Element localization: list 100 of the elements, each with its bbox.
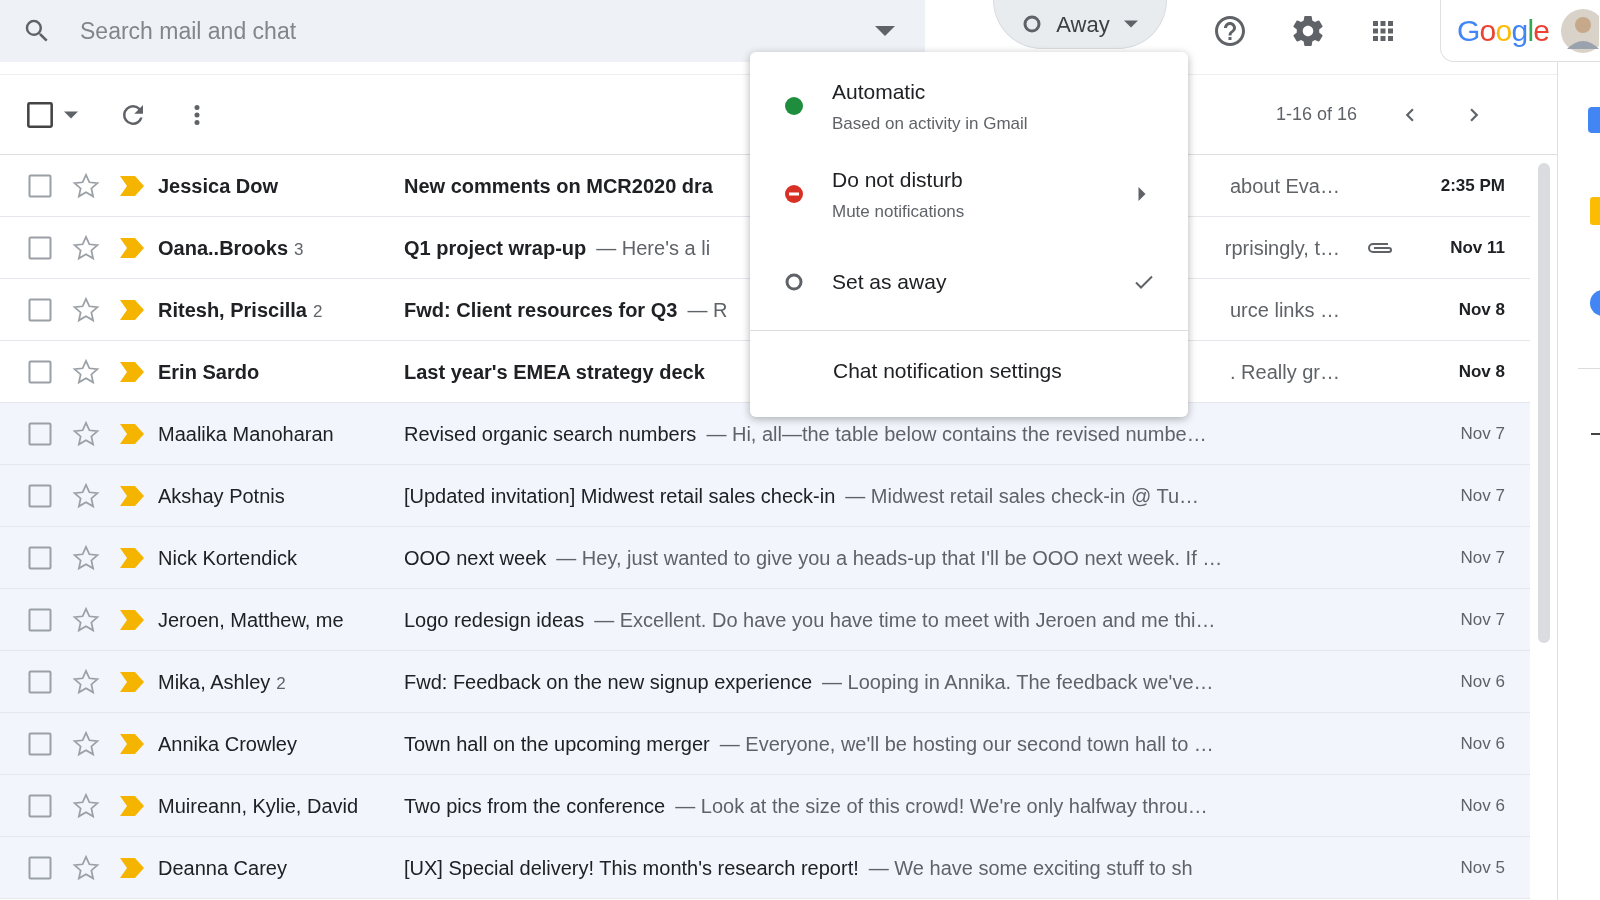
importance-marker-icon[interactable]: [120, 671, 144, 692]
checkbox[interactable]: [28, 359, 52, 384]
checkbox[interactable]: [28, 669, 52, 694]
email-subject: Two pics from the conference: [404, 793, 666, 819]
email-row[interactable]: Muireann, Kylie, David Two pics from the conference — Look at the size of this crowd! We're only halfway throu… Nov 6: [0, 775, 1530, 837]
importance-marker-icon[interactable]: [120, 547, 144, 568]
email-row[interactable]: Maalika Manoharan Revised organic search numbers — Hi, all—the table below contains the revised numbe… Nov 7: [0, 403, 1530, 465]
menu-item-label: Set as away: [832, 269, 948, 296]
email-subject: OOO next week: [404, 545, 547, 571]
email-date: Nov 5: [1459, 856, 1505, 879]
importance-marker-icon[interactable]: [120, 237, 144, 258]
menu-item[interactable]: Set as away: [750, 238, 1188, 326]
email-subject: Revised organic search numbers: [404, 421, 697, 447]
star-icon[interactable]: [72, 357, 100, 386]
star-icon[interactable]: [72, 667, 100, 696]
email-snippet: — Hey, just wanted to give you a heads-up that I'll be OOO next week. If …: [556, 545, 1223, 571]
email-snippet: — R: [687, 297, 728, 323]
caret-icon: [1123, 20, 1138, 28]
email-snippet: — Everyone, we'll be hosting our second town hall to …: [719, 731, 1214, 757]
email-row[interactable]: Jeroen, Matthew, me Logo redesign ideas — Excellent. Do have you have time to meet with Jeroen and me thi… Nov 7: [0, 589, 1530, 651]
select-checkbox[interactable]: [26, 100, 54, 129]
scrollbar[interactable]: [1537, 163, 1550, 643]
email-date: Nov 8: [1457, 298, 1505, 321]
star-icon[interactable]: [72, 729, 100, 758]
email-subject: [UX] Special delivery! This month's research report!: [404, 855, 859, 881]
search-input[interactable]: Search mail and chat: [80, 13, 875, 49]
email-row[interactable]: Deanna Carey [UX] Special delivery! This month's research report! — We have some exciting stuff to sh Nov 5: [0, 837, 1530, 899]
email-date: Nov 6: [1459, 670, 1505, 693]
checkbox[interactable]: [28, 235, 52, 260]
email-snippet: — Hi, all—the table below contains the revised numbe…: [706, 421, 1207, 447]
menu-item[interactable]: Do not disturb Mute notifications: [750, 150, 1188, 238]
menu-item-label: Automatic: [832, 78, 927, 105]
sender-name: Oana..Brooks: [158, 235, 289, 261]
checkbox[interactable]: [28, 855, 52, 880]
email-snippet: — Look at the size of this crowd! We're only halfway throu…: [675, 793, 1208, 819]
email-date: Nov 11: [1449, 236, 1505, 259]
sender-name: Maalika Manoharan: [158, 421, 334, 447]
star-icon[interactable]: [72, 233, 100, 262]
sender-name: Erin Sardo: [158, 359, 260, 385]
star-icon[interactable]: [72, 853, 100, 882]
menu-item-label: Do not disturb: [832, 166, 964, 193]
star-icon[interactable]: [72, 605, 100, 634]
checkbox[interactable]: [28, 421, 52, 446]
pagination-text: 1-16 of 16: [1275, 103, 1357, 126]
message-count: 2: [312, 300, 323, 323]
importance-marker-icon[interactable]: [120, 423, 144, 444]
sender-name: Deanna Carey: [158, 855, 287, 881]
star-icon[interactable]: [72, 419, 100, 448]
importance-marker-icon[interactable]: [120, 795, 144, 816]
email-snippet: — Excellent. Do have you have time to meet with Jeroen and me thi…: [594, 607, 1216, 633]
message-count: 2: [276, 672, 286, 695]
account-panel[interactable]: Google: [1440, 0, 1600, 62]
importance-marker-icon[interactable]: [120, 299, 144, 320]
checkbox[interactable]: [28, 545, 52, 570]
sender-name: Nick Kortendick: [158, 545, 297, 571]
sender-name: Jessica Dow: [158, 173, 279, 199]
avatar[interactable]: [1559, 8, 1600, 53]
email-snippet: — We have some exciting stuff to sh: [868, 855, 1193, 881]
email-subject: New comments on MCR2020 dra: [404, 173, 713, 199]
checkbox[interactable]: [28, 607, 52, 632]
star-icon[interactable]: [72, 481, 100, 510]
search-field[interactable]: Search mail and chat: [0, 0, 925, 62]
caret-icon[interactable]: [875, 25, 895, 37]
caret-icon[interactable]: [64, 110, 78, 119]
status-chip[interactable]: Away: [993, 0, 1167, 49]
email-subject: Fwd: Feedback on the new signup experience: [404, 669, 813, 695]
email-date: Nov 7: [1459, 608, 1505, 631]
importance-marker-icon[interactable]: [120, 175, 144, 196]
sender-name: Akshay Potnis: [158, 483, 285, 509]
star-icon[interactable]: [72, 543, 100, 572]
star-icon[interactable]: [72, 295, 100, 324]
email-subject: [Updated invitation] Midwest retail sales check-in: [404, 483, 836, 509]
checkbox[interactable]: [28, 297, 52, 322]
email-snippet: — Midwest retail sales check-in @ Tu…: [845, 483, 1200, 509]
importance-marker-icon[interactable]: [120, 733, 144, 754]
email-date: Nov 7: [1459, 546, 1505, 569]
sender-name: Mika, Ashley: [158, 669, 271, 695]
email-subject: Logo redesign ideas: [404, 607, 585, 633]
importance-marker-icon[interactable]: [120, 609, 144, 630]
importance-marker-icon[interactable]: [120, 361, 144, 382]
email-row[interactable]: Nick Kortendick OOO next week — Hey, just wanted to give you a heads-up that I'll be OOO next week. If … Nov 7: [0, 527, 1530, 589]
settings-icon[interactable]: [1290, 13, 1326, 49]
email-row[interactable]: Mika, Ashley 2 Fwd: Feedback on the new signup experience — Looping in Annika. The feedback we've… Nov 6: [0, 651, 1530, 713]
star-icon[interactable]: [72, 171, 100, 200]
star-icon[interactable]: [72, 791, 100, 820]
email-snippet: — Here's a li: [596, 235, 711, 261]
email-subject: Town hall on the upcoming merger: [404, 731, 710, 757]
sender-name: Ritesh, Priscilla: [158, 297, 307, 323]
email-subject: Q1 project wrap-up: [404, 235, 587, 261]
email-row[interactable]: Akshay Potnis [Updated invitation] Midwest retail sales check-in — Midwest retail sales check-in @ Tu… Nov 7: [0, 465, 1530, 527]
importance-marker-icon[interactable]: [120, 485, 144, 506]
menu-item-description: Based on activity in Gmail: [832, 113, 1029, 135]
checkbox[interactable]: [28, 793, 52, 818]
help-icon[interactable]: [1212, 13, 1248, 49]
checkbox[interactable]: [28, 731, 52, 756]
email-row[interactable]: Annika Crowley Town hall on the upcoming merger — Everyone, we'll be hosting our second town hall to … Nov 6: [0, 713, 1530, 775]
checkbox[interactable]: [28, 173, 52, 198]
importance-marker-icon[interactable]: [120, 857, 144, 878]
menu-item[interactable]: Automatic Based on activity in Gmail: [750, 62, 1188, 150]
checkbox[interactable]: [28, 483, 52, 508]
